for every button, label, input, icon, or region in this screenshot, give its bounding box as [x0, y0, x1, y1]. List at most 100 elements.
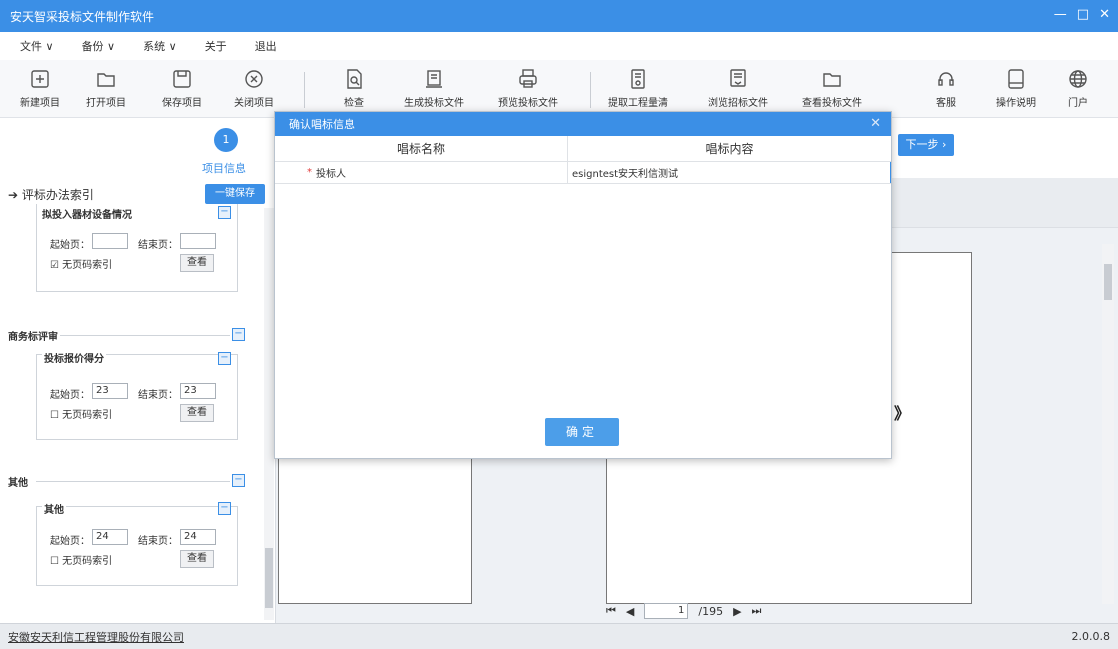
preview-scroll-thumb[interactable]: [1104, 264, 1112, 300]
start-page-input[interactable]: [92, 233, 128, 249]
left-scroll-thumb[interactable]: [265, 548, 273, 608]
end-page-input[interactable]: 24: [180, 529, 216, 545]
group-title: 其他: [8, 478, 28, 489]
required-mark: *: [307, 167, 312, 178]
end-page-label: 结束页：: [138, 390, 178, 401]
step-indicator[interactable]: 1: [214, 128, 238, 152]
end-page-label: 结束页：: [138, 240, 178, 251]
save-all-button[interactable]: 一键保存: [205, 184, 265, 204]
folder-icon: [97, 73, 115, 87]
pager: ⏮ ◀ 1 /195 ▶ ⏭: [606, 602, 761, 620]
generate-bid-label: 生成投标文件: [404, 98, 464, 109]
menu-about[interactable]: 关于: [205, 38, 227, 54]
save-project-label: 保存项目: [162, 98, 202, 109]
menu-bar: 文件 ∨ 备份 ∨ 系统 ∨ 关于 退出: [0, 32, 1118, 60]
start-page-input[interactable]: 24: [92, 529, 128, 545]
view-bid-button[interactable]: 查看投标文件: [800, 68, 864, 109]
open-project-button[interactable]: 打开项目: [74, 68, 138, 109]
close-icon[interactable]: ✕: [870, 116, 881, 131]
status-bar: 安徽安天利信工程管理股份有限公司 2.0.0.8: [0, 623, 1118, 649]
window-controls: — □ ✕: [1054, 7, 1110, 22]
confirm-button[interactable]: 确定: [545, 418, 619, 446]
menu-backup[interactable]: 备份 ∨: [82, 38, 116, 54]
doc-search-icon: [347, 69, 362, 89]
close-project-button[interactable]: 关闭项目: [222, 68, 286, 109]
browse-tender-button[interactable]: 浏览招标文件: [706, 68, 770, 109]
save-icon: [173, 70, 191, 88]
view-button[interactable]: 查看: [180, 404, 214, 422]
table-row[interactable]: * 投标人 esigntest安天利信测试: [275, 162, 891, 184]
no-index-label: 无页码索引: [62, 260, 113, 271]
next-page-icon[interactable]: ▶: [733, 605, 741, 618]
save-project-button[interactable]: 保存项目: [150, 68, 214, 109]
close-window-button[interactable]: ✕: [1099, 7, 1110, 22]
title-bar: 安天智采投标文件制作软件 — □ ✕: [0, 0, 1118, 32]
menu-file[interactable]: 文件 ∨: [20, 38, 54, 54]
company-link[interactable]: 安徽安天利信工程管理股份有限公司: [8, 629, 184, 645]
open-project-label: 打开项目: [86, 98, 126, 109]
step-label[interactable]: 项目信息: [202, 160, 246, 176]
section-title: 投标报价得分: [42, 350, 106, 365]
check-button[interactable]: 检查: [322, 68, 386, 109]
support-button[interactable]: 客服: [914, 68, 978, 109]
prev-page-icon[interactable]: ◀: [626, 605, 634, 618]
collapse-button[interactable]: −: [232, 328, 245, 341]
row-value-cell[interactable]: esigntest安天利信测试: [568, 162, 891, 183]
collapse-button[interactable]: −: [218, 502, 231, 515]
section-title: 拟投入器材设备情况: [42, 210, 132, 221]
column-header-content: 唱标内容: [705, 142, 754, 156]
start-page-label: 起始页：: [50, 390, 90, 401]
no-index-label: 无页码索引: [62, 556, 113, 567]
group-divider: [36, 481, 230, 482]
minimize-button[interactable]: —: [1054, 7, 1067, 22]
manual-button[interactable]: 操作说明: [984, 68, 1048, 109]
group-divider: [60, 335, 230, 336]
browse-tender-label: 浏览招标文件: [708, 98, 768, 109]
printer-icon: [519, 69, 537, 88]
add-icon: [31, 70, 49, 88]
no-index-checkbox[interactable]: ☑ 无页码索引: [50, 256, 112, 271]
start-page-label: 起始页：: [50, 536, 90, 547]
left-panel-scrollbar[interactable]: [264, 208, 274, 620]
toolbar-divider: [590, 72, 591, 108]
window-title: 安天智采投标文件制作软件: [10, 9, 155, 24]
view-button[interactable]: 查看: [180, 550, 214, 568]
manual-icon: [1008, 69, 1024, 89]
row-name-cell: * 投标人: [275, 162, 568, 183]
collapse-button[interactable]: −: [218, 206, 231, 219]
preview-bid-button[interactable]: 预览投标文件: [496, 68, 560, 109]
dialog-header: 确认唱标信息 ✕: [275, 112, 891, 136]
menu-system[interactable]: 系统 ∨: [143, 38, 177, 54]
start-page-input[interactable]: 23: [92, 383, 128, 399]
group-title: 商务标评审: [8, 332, 58, 343]
no-index-checkbox[interactable]: ☐ 无页码索引: [50, 552, 112, 567]
doc-gear-icon: [631, 69, 645, 89]
end-page-label: 结束页：: [138, 536, 178, 547]
version-label: 2.0.0.8: [1071, 630, 1110, 643]
collapse-button[interactable]: −: [218, 352, 231, 365]
first-page-icon[interactable]: ⏮: [606, 604, 616, 618]
view-button[interactable]: 查看: [180, 254, 214, 272]
folder-open-icon: [823, 73, 841, 87]
printer-doc-icon: [426, 70, 442, 88]
column-header-name: 唱标名称: [275, 136, 568, 161]
confirm-bid-dialog: 确认唱标信息 ✕ 唱标名称 唱标内容 * 投标人 esigntest安天利信测试…: [274, 111, 892, 459]
end-page-input[interactable]: [180, 233, 216, 249]
portal-button[interactable]: 门户: [1046, 68, 1110, 109]
new-project-button[interactable]: 新建项目: [8, 68, 72, 109]
table-header: 唱标名称 唱标内容: [275, 136, 891, 162]
end-page-input[interactable]: 23: [180, 383, 216, 399]
view-bid-label: 查看投标文件: [802, 98, 862, 109]
menu-exit[interactable]: 退出: [255, 38, 277, 54]
last-page-icon[interactable]: ⏭: [752, 604, 762, 618]
collapse-button[interactable]: −: [232, 474, 245, 487]
next-step-button[interactable]: 下一步 ›: [898, 134, 954, 156]
new-project-label: 新建项目: [20, 98, 60, 109]
page-number-input[interactable]: 1: [644, 603, 689, 619]
preview-bid-label: 预览投标文件: [498, 98, 558, 109]
generate-bid-button[interactable]: 生成投标文件: [402, 68, 466, 109]
no-index-checkbox[interactable]: ☐ 无页码索引: [50, 406, 112, 421]
preview-scrollbar[interactable]: [1102, 244, 1114, 604]
toolbar: 新建项目 打开项目 保存项目 关闭项目 检查 生成投标文件 预览投标文件 提取工…: [0, 60, 1118, 124]
maximize-button[interactable]: □: [1077, 7, 1089, 22]
